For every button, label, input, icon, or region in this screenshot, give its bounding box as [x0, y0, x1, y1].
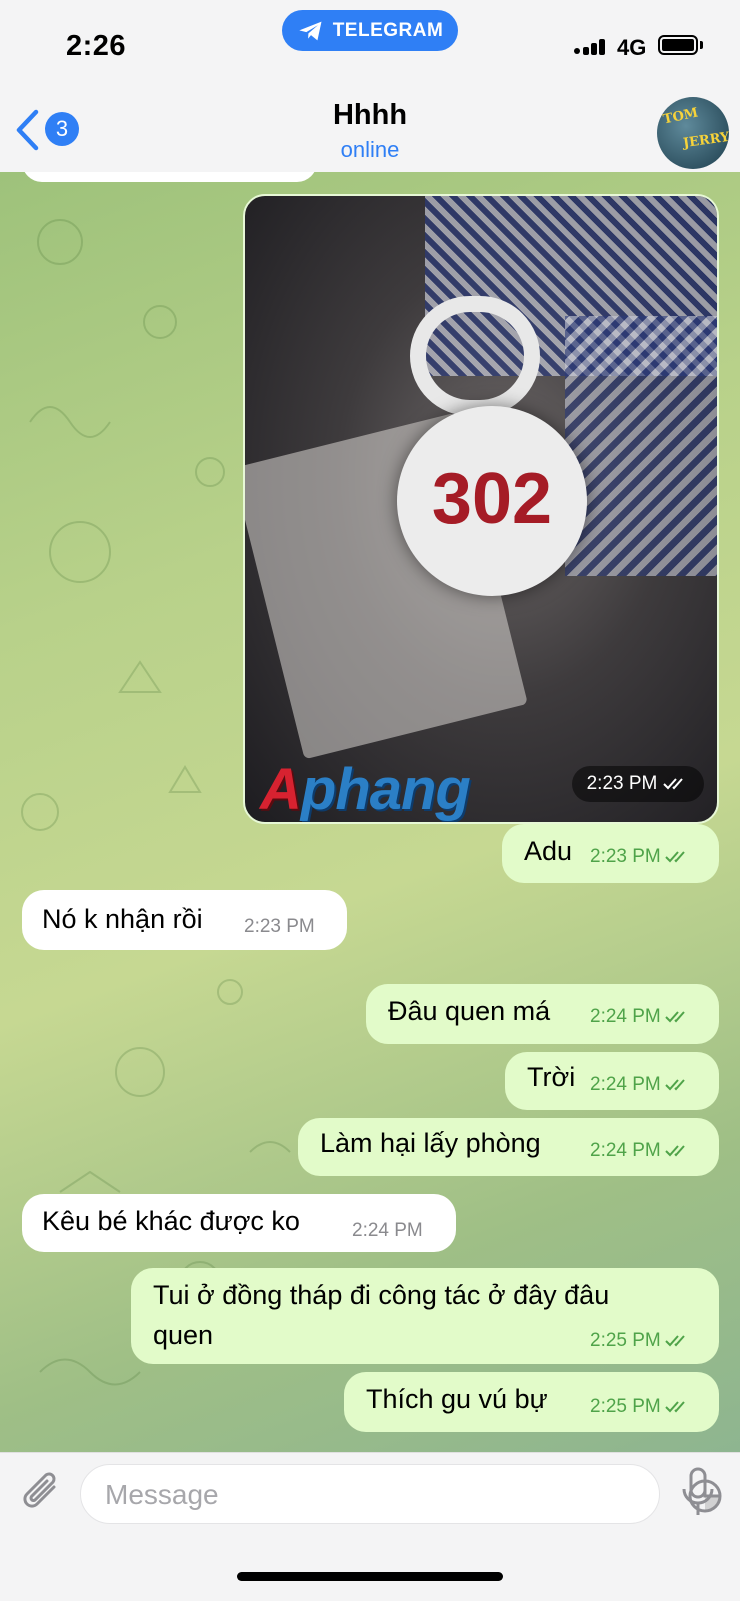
- message-bubble-incoming[interactable]: Kêu bé khác được ko 2:24 PM: [22, 1194, 456, 1252]
- message-text: Kêu bé khác được ko: [42, 1206, 300, 1236]
- photo-time-text: 2:23 PM: [586, 773, 658, 794]
- message-bubble-outgoing[interactable]: Adu 2:23 PM: [502, 824, 719, 883]
- message-meta: 2:24 PM: [590, 1006, 691, 1028]
- message-time: 2:23 PM: [590, 846, 661, 867]
- chat-status: online: [340, 137, 400, 162]
- message-text-line1: Tui ở đồng tháp đi công tác ở đây đâu: [153, 1280, 610, 1310]
- message-text: Đâu quen má: [388, 996, 551, 1026]
- photo-key-ring: [410, 296, 540, 416]
- signal-icon: [574, 39, 605, 55]
- message-time: 2:24 PM: [590, 1140, 661, 1161]
- message-bubble-outgoing[interactable]: Làm hại lấy phòng 2:24 PM: [298, 1118, 719, 1176]
- message-meta: 2:25 PM: [590, 1330, 691, 1352]
- message-text: Trời: [527, 1062, 576, 1092]
- double-check-icon: [663, 778, 684, 790]
- message-text: Adu: [524, 836, 573, 866]
- battery-icon: [658, 35, 698, 55]
- message-time: 2:24 PM: [590, 1006, 661, 1027]
- message-meta: 2:24 PM: [590, 1074, 691, 1096]
- message-time: 2:24 PM: [590, 1074, 661, 1095]
- avatar[interactable]: TOM JERRY: [657, 97, 729, 169]
- telegram-icon: [299, 21, 322, 40]
- telegram-return-pill[interactable]: TELEGRAM: [282, 10, 458, 51]
- telegram-pill-label: TELEGRAM: [332, 19, 444, 41]
- photo-message[interactable]: 302 Aphang: [243, 194, 719, 824]
- double-check-icon: [665, 1079, 685, 1091]
- status-time: 2:26: [66, 30, 127, 62]
- message-meta: 2:24 PM: [352, 1220, 423, 1242]
- photo-watermark-rest: phang: [300, 757, 471, 822]
- double-check-icon: [665, 1145, 685, 1157]
- previous-message-bubble[interactable]: [22, 172, 317, 182]
- avatar-text-tom: TOM: [661, 105, 700, 128]
- message-time: 2:25 PM: [590, 1396, 661, 1417]
- message-bubble-outgoing[interactable]: Đâu quen má 2:24 PM: [366, 984, 719, 1044]
- message-text: Thích gu vú bự: [366, 1384, 548, 1414]
- message-bubble-outgoing[interactable]: Thích gu vú bự 2:25 PM: [344, 1372, 719, 1432]
- message-text-line2: quen: [153, 1320, 214, 1350]
- composer-bar: [0, 1452, 740, 1601]
- message-text: Nó k nhận rồi: [42, 904, 203, 934]
- message-bubble-outgoing[interactable]: Tui ở đồng tháp đi công tác ở đây đâu qu…: [131, 1268, 719, 1364]
- home-indicator[interactable]: [237, 1572, 503, 1581]
- photo-watermark: Aphang: [260, 756, 471, 822]
- photo-keytag-number: 302: [431, 459, 553, 539]
- message-input[interactable]: [103, 1465, 577, 1525]
- message-bubble-incoming[interactable]: Nó k nhận rồi 2:23 PM: [22, 890, 347, 950]
- photo-timestamp: 2:23 PM: [572, 766, 704, 802]
- double-check-icon: [665, 851, 685, 863]
- message-meta: 2:23 PM: [244, 916, 315, 938]
- message-time: 2:25 PM: [590, 1330, 661, 1351]
- message-time: 2:23 PM: [244, 916, 315, 937]
- message-time: 2:24 PM: [352, 1220, 423, 1241]
- double-check-icon: [665, 1401, 685, 1413]
- chat-title[interactable]: Hhhh: [0, 99, 740, 132]
- paperclip-icon[interactable]: [20, 1469, 64, 1519]
- photo-watermark-first-letter: A: [260, 757, 302, 822]
- message-list[interactable]: 302 Aphang 2:23 PM Adu 2:23 PM Nó k nhận…: [0, 172, 740, 1452]
- photo-tile-pattern-2: [565, 316, 717, 576]
- message-text: Làm hại lấy phòng: [320, 1128, 541, 1158]
- avatar-text-jerry: JERRY: [682, 129, 729, 152]
- message-field[interactable]: [80, 1464, 722, 1525]
- microphone-icon[interactable]: [680, 1467, 716, 1519]
- status-bar: 2:26 TELEGRAM 4G: [0, 0, 740, 95]
- chat-header: 3 Hhhh online TOM JERRY: [0, 95, 740, 172]
- double-check-icon: [665, 1011, 685, 1023]
- network-type: 4G: [617, 35, 647, 60]
- message-meta: 2:24 PM: [590, 1140, 691, 1162]
- message-meta: 2:23 PM: [590, 846, 691, 868]
- double-check-icon: [665, 1335, 685, 1347]
- message-meta: 2:25 PM: [590, 1396, 691, 1418]
- message-bubble-outgoing[interactable]: Trời 2:24 PM: [505, 1052, 719, 1110]
- battery-tip: [700, 41, 703, 49]
